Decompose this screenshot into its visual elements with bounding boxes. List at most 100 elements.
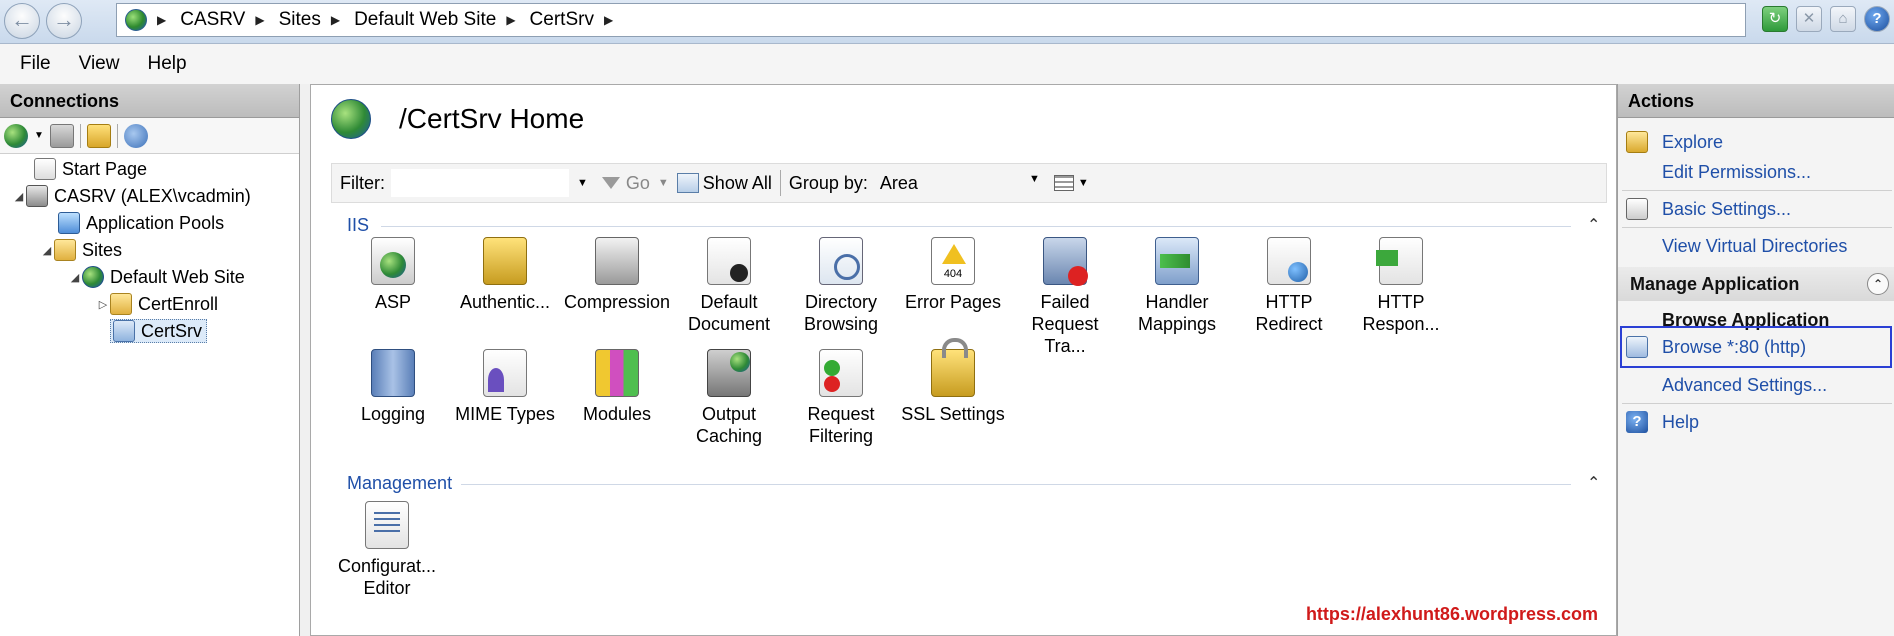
feature-label: Directory Browsing — [803, 292, 879, 334]
breadcrumb-arrow-icon[interactable]: ▶ — [604, 13, 613, 27]
explore-icon — [1626, 131, 1648, 153]
feature-compression[interactable]: Compression — [561, 237, 673, 313]
collapse-arrow-icon[interactable]: ◢ — [68, 271, 82, 284]
toolbar-separator — [116, 123, 118, 148]
help-icon[interactable]: ? — [1864, 6, 1890, 32]
ssl-settings-icon — [931, 338, 975, 397]
connections-pane: Connections ▼ Start Page ◢ CASRV (ALEX\v… — [0, 84, 300, 636]
action-help[interactable]: ? Help — [1618, 408, 1894, 436]
back-button[interactable]: ← — [4, 3, 40, 39]
feature-modules[interactable]: Modules — [561, 349, 673, 425]
chevron-down-icon[interactable]: ▼ — [34, 130, 44, 141]
feature-logging[interactable]: Logging — [337, 349, 449, 425]
browse-icon — [1626, 336, 1648, 358]
action-divider — [1622, 403, 1892, 404]
forward-button[interactable]: → — [46, 3, 82, 39]
collapse-chevron-icon[interactable]: ⌃ — [1587, 473, 1600, 493]
feature-failed-request-tracing[interactable]: Failed Request Tra... — [1009, 237, 1121, 357]
action-label: Edit Permissions... — [1662, 161, 1812, 182]
up-level-icon[interactable] — [86, 123, 111, 148]
manage-application-header[interactable]: Manage Application ⌃ — [1618, 267, 1894, 301]
action-edit-permissions[interactable]: Edit Permissions... — [1618, 158, 1894, 186]
action-basic-settings[interactable]: Basic Settings... — [1618, 195, 1894, 223]
feature-configuration-editor[interactable]: Configurat... Editor — [331, 501, 443, 599]
tree-item-default-web-site[interactable]: ◢ Default Web Site — [68, 264, 245, 290]
action-advanced-settings[interactable]: Advanced Settings... — [1618, 371, 1894, 399]
filter-input[interactable] — [391, 169, 569, 197]
breadcrumb-casrv[interactable]: CASRV — [180, 9, 245, 31]
http-redirect-icon — [1267, 237, 1311, 285]
toolbar-separator — [79, 123, 81, 148]
features-view: /CertSrv Home Filter: ▼ Go ▼ Show All Gr… — [310, 84, 1617, 636]
tree-item-start-page[interactable]: Start Page — [20, 156, 147, 182]
collapse-arrow-icon[interactable]: ◢ — [40, 244, 54, 257]
tree-item-application-pools[interactable]: Application Pools — [44, 210, 224, 236]
feature-label: Default Document — [687, 292, 771, 334]
save-icon[interactable] — [49, 123, 74, 148]
feature-mime-types[interactable]: MIME Types — [449, 349, 561, 425]
chevron-down-icon[interactable]: ▼ — [1078, 177, 1089, 189]
breadcrumb-arrow-icon[interactable]: ▶ — [157, 13, 166, 27]
menu-view[interactable]: View — [79, 53, 120, 75]
section-divider — [461, 484, 1571, 485]
chevron-down-icon[interactable]: ▼ — [577, 177, 588, 189]
show-all-button[interactable]: Show All — [703, 173, 772, 194]
actions-header: Actions — [1618, 84, 1894, 118]
authentication-icon — [483, 237, 527, 285]
selected-node[interactable]: CertSrv — [110, 319, 208, 343]
expand-arrow-icon[interactable]: ▷ — [96, 298, 110, 311]
tree-item-certsrv[interactable]: CertSrv — [96, 318, 208, 344]
feature-label: Output Caching — [695, 404, 763, 446]
show-all-icon — [676, 173, 699, 193]
feature-label: Modules — [582, 404, 652, 424]
breadcrumb-arrow-icon[interactable]: ▶ — [331, 13, 340, 27]
feature-output-caching[interactable]: Output Caching — [673, 349, 785, 447]
collapse-chevron-icon[interactable]: ⌃ — [1867, 273, 1889, 295]
tree-item-certenroll[interactable]: ▷ CertEnroll — [96, 291, 218, 317]
disconnect-icon[interactable] — [123, 123, 148, 148]
go-button[interactable]: Go — [601, 173, 650, 194]
breadcrumb-default-web-site[interactable]: Default Web Site — [354, 9, 496, 31]
feature-error-pages[interactable]: 404 Error Pages — [897, 237, 1009, 313]
breadcrumb-certsrv[interactable]: CertSrv — [530, 9, 594, 31]
breadcrumb-arrow-icon[interactable]: ▶ — [506, 13, 515, 27]
error-pages-icon: 404 — [931, 237, 975, 285]
breadcrumb-arrow-icon[interactable]: ▶ — [255, 13, 264, 27]
folder-icon — [54, 239, 76, 261]
tree-item-server[interactable]: ◢ CASRV (ALEX\vcadmin) — [12, 183, 251, 209]
menu-file[interactable]: File — [20, 53, 51, 75]
collapse-arrow-icon[interactable]: ◢ — [12, 190, 26, 203]
address-bar[interactable]: ▶ CASRV ▶ Sites ▶ Default Web Site ▶ Cer… — [116, 3, 1746, 37]
basic-settings-icon — [1626, 198, 1648, 220]
feature-http-response-headers[interactable]: HTTP Respon... — [1345, 237, 1457, 335]
feature-handler-mappings[interactable]: Handler Mappings — [1121, 237, 1233, 335]
section-iis[interactable]: IIS — [347, 215, 369, 236]
menu-help[interactable]: Help — [147, 53, 186, 75]
stop-icon[interactable]: ✕ — [1796, 6, 1822, 32]
home-icon[interactable]: ⌂ — [1830, 6, 1856, 32]
feature-authentication[interactable]: Authentic... — [449, 237, 561, 313]
tree-item-sites[interactable]: ◢ Sites — [40, 237, 122, 263]
feature-http-redirect[interactable]: HTTP Redirect — [1233, 237, 1345, 335]
feature-label: MIME Types — [455, 404, 555, 424]
group-by-select[interactable]: Area ▼ — [880, 173, 1040, 194]
feature-request-filtering[interactable]: Request Filtering — [785, 349, 897, 447]
view-mode-icon[interactable] — [1053, 175, 1074, 191]
action-explore[interactable]: Explore — [1618, 128, 1894, 156]
breadcrumb-sites[interactable]: Sites — [279, 9, 321, 31]
request-filtering-icon — [819, 349, 863, 397]
action-browse-http[interactable]: Browse *:80 (http) — [1618, 333, 1894, 361]
action-view-virtual-directories[interactable]: View Virtual Directories — [1618, 232, 1894, 260]
output-caching-icon — [707, 349, 751, 397]
feature-default-document[interactable]: Default Document — [673, 237, 785, 335]
modules-icon — [595, 349, 639, 397]
section-management[interactable]: Management — [347, 473, 452, 494]
connect-globe-icon[interactable] — [4, 123, 28, 148]
feature-directory-browsing[interactable]: Directory Browsing — [785, 237, 897, 335]
chevron-down-icon[interactable]: ▼ — [658, 177, 669, 189]
collapse-chevron-icon[interactable]: ⌃ — [1587, 215, 1600, 235]
feature-ssl-settings[interactable]: SSL Settings — [897, 338, 1009, 425]
action-divider — [1622, 190, 1892, 191]
feature-asp[interactable]: ASP — [337, 237, 449, 313]
refresh-icon[interactable]: ↻ — [1762, 6, 1788, 32]
